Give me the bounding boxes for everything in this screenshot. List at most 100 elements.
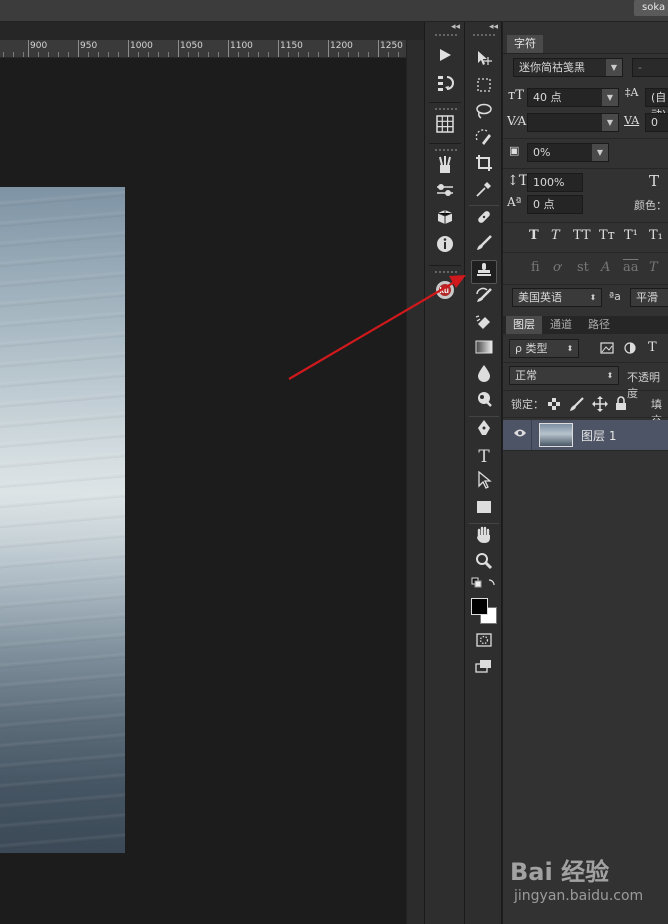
discretionary-ligature-button[interactable]: st [577, 260, 589, 275]
baseline-shift-icon: Aª [507, 195, 522, 209]
leading-field[interactable]: (自动) [645, 88, 668, 121]
lock-position-icon[interactable] [592, 396, 608, 415]
font-style-select[interactable]: - [632, 58, 668, 77]
tsume-icon: ▣ [509, 144, 520, 157]
tab-layers[interactable]: 图层 [506, 316, 542, 334]
info-icon[interactable] [433, 235, 457, 257]
workspace-switcher[interactable]: soka [634, 0, 668, 16]
swash-button[interactable]: A [601, 260, 610, 275]
ruler-label: 1050 [180, 41, 203, 51]
color-label: 颜色： [634, 199, 667, 212]
quick-select-tool-icon[interactable] [471, 128, 497, 152]
clone-stamp-tool-icon[interactable] [471, 260, 497, 284]
zoom-tool-icon[interactable] [471, 552, 497, 576]
ruler-tick [378, 40, 379, 57]
eraser-tool-icon[interactable] [471, 312, 497, 336]
grid-icon[interactable] [433, 115, 457, 137]
horizontal-ruler[interactable]: 900 950 1000 1050 1100 1150 1200 1250 [0, 40, 406, 58]
small-caps-button[interactable]: Tт [599, 228, 615, 243]
tab-character[interactable]: 字符 [507, 35, 543, 53]
lock-all-icon[interactable] [615, 396, 627, 414]
superscript-button[interactable]: T¹ [624, 228, 638, 243]
adjustment-filter-icon[interactable] [624, 342, 636, 357]
vertical-scrollbar[interactable] [406, 40, 424, 924]
marquee-tool-icon[interactable] [471, 76, 497, 100]
gradient-tool-icon[interactable] [471, 338, 497, 362]
titling-button[interactable]: T [649, 260, 658, 275]
kuler-icon[interactable]: ku [433, 280, 457, 302]
rectangle-tool-icon[interactable] [471, 497, 497, 521]
type-filter-icon[interactable]: T [648, 340, 657, 355]
path-selection-tool-icon[interactable] [471, 470, 497, 495]
all-caps-button[interactable]: TT [573, 228, 591, 243]
antialias-select[interactable]: 平滑 [630, 288, 668, 307]
dock-grip[interactable] [435, 34, 457, 37]
lasso-tool-icon[interactable] [471, 102, 497, 126]
tsume-field[interactable]: 0% ▼ [527, 143, 609, 162]
tab-channels[interactable]: 通道 [543, 316, 579, 334]
font-size-field[interactable]: 40 点 ▼ [527, 88, 619, 107]
baseline-shift-field[interactable]: 0 点 [527, 195, 583, 214]
blend-mode-select[interactable]: 正常 ⬍ [509, 366, 619, 385]
foreground-color-swatch[interactable] [471, 598, 488, 615]
dock-grip[interactable] [435, 149, 457, 152]
pen-tool-icon[interactable] [471, 419, 497, 443]
layer-filter-select[interactable]: ρ 类型 ⬍ [509, 339, 579, 358]
ruler-tick [328, 40, 329, 57]
font-size-icon: ᴛT [508, 88, 524, 103]
dock-grip[interactable] [435, 271, 457, 274]
history-brush-tool-icon[interactable] [471, 286, 497, 310]
ligature-button[interactable]: fi [531, 260, 540, 275]
language-select[interactable]: 美国英语 ⬍ [512, 288, 602, 307]
play-icon[interactable] [433, 47, 457, 69]
lock-pixels-icon[interactable] [569, 396, 585, 415]
layer-row[interactable]: 图层 1 [503, 420, 668, 450]
3d-icon[interactable] [433, 208, 457, 230]
document-tab-strip [0, 22, 424, 40]
eyedropper-tool-icon[interactable] [471, 180, 497, 204]
updown-icon: ⬍ [566, 344, 574, 353]
hand-tool-icon[interactable] [471, 526, 497, 550]
healing-brush-tool-icon[interactable] [471, 208, 497, 232]
brush-tool-icon[interactable] [471, 234, 497, 258]
ruler-tick [278, 40, 279, 57]
leading-icon: ‡A [625, 86, 639, 99]
dock-grip[interactable] [435, 108, 457, 111]
blur-tool-icon[interactable] [471, 364, 497, 388]
faux-bold-button[interactable]: T [529, 228, 539, 243]
sort-icon[interactable] [433, 74, 457, 96]
kerning-field[interactable]: ▼ [527, 113, 619, 132]
pixel-filter-icon[interactable] [600, 342, 614, 357]
dodge-tool-icon[interactable] [471, 390, 497, 414]
screen-mode-icon[interactable] [471, 656, 497, 680]
tools-grip[interactable] [473, 34, 495, 37]
old-style-button[interactable]: ơ [553, 260, 561, 275]
crop-tool-icon[interactable] [471, 154, 497, 178]
brush-presets-icon[interactable] [433, 182, 457, 204]
default-colors-icon[interactable] [471, 576, 497, 590]
quick-mask-icon[interactable] [471, 630, 497, 654]
vertical-scale-field[interactable]: 100% [527, 173, 583, 192]
tracking-field[interactable]: 0 [645, 113, 668, 132]
collapse-tools-icon[interactable]: ◂◂ [489, 22, 498, 32]
ruler-label: 950 [80, 41, 98, 51]
layers-panel: 图层 通道 路径 ρ 类型 ⬍ T 正常 ⬍ 不透明度 锁定： 填 图层 1 [503, 316, 668, 924]
brushes-icon[interactable] [433, 156, 457, 178]
tab-paths[interactable]: 路径 [581, 316, 617, 334]
collapse-dock-icon[interactable]: ◂◂ [451, 22, 460, 32]
tsume-value: 0% [533, 146, 551, 159]
seascape-photo[interactable] [0, 187, 125, 853]
type-tool-icon[interactable]: T [471, 445, 497, 469]
layer-name[interactable]: 图层 1 [581, 427, 616, 444]
font-style-value: - [638, 61, 642, 74]
ruler-label: 1150 [280, 41, 303, 51]
stylistic-alternates-button[interactable]: aa [623, 260, 639, 275]
faux-italic-button[interactable]: T [551, 228, 560, 243]
font-family-select[interactable]: 迷你简祜笺黑 ▼ [513, 58, 623, 77]
subscript-button[interactable]: T₁ [649, 228, 663, 243]
layer-filter-value: ρ 类型 [515, 342, 548, 355]
lock-transparent-icon[interactable] [548, 398, 560, 413]
watermark-url: jingyan.baidu.com [514, 888, 644, 904]
visibility-eye-icon[interactable] [513, 427, 527, 441]
move-tool-icon[interactable] [471, 49, 497, 73]
